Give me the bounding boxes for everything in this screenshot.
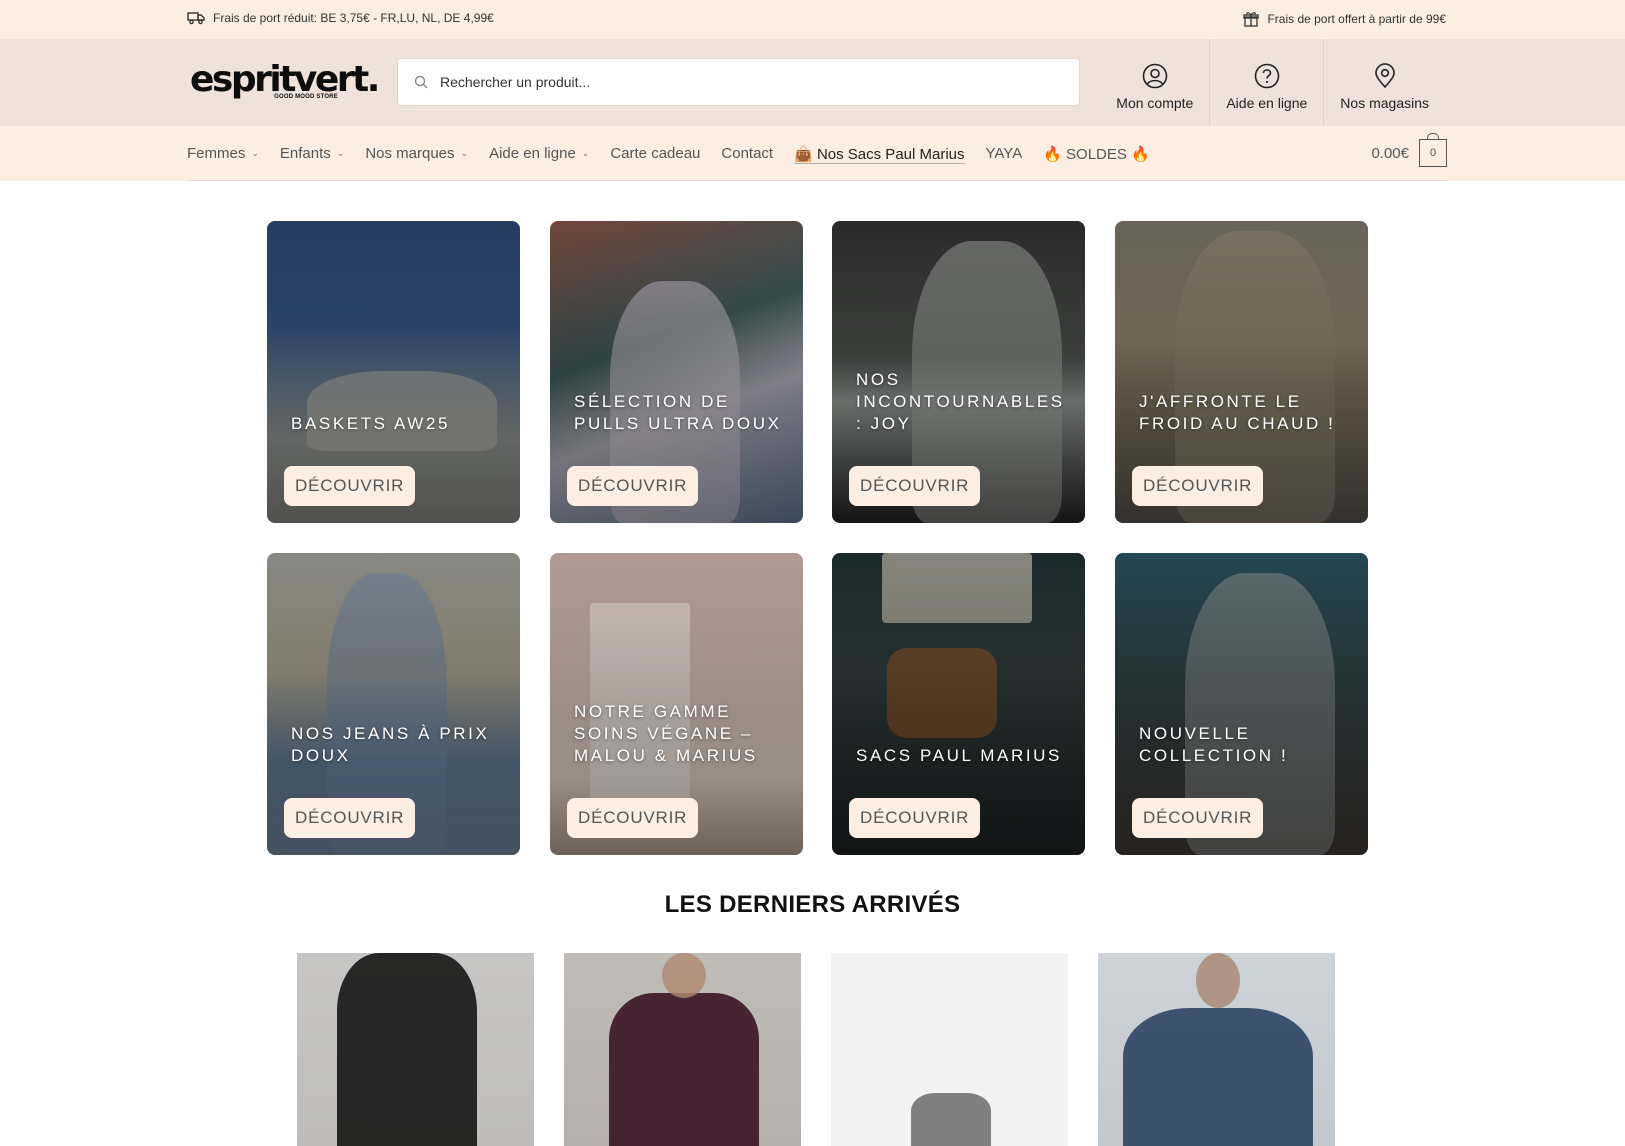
cart-amount: 0.00€ (1371, 144, 1409, 162)
product-image (337, 953, 477, 1146)
nav-item-yaya[interactable]: YAYA (986, 145, 1023, 162)
nav-item-label: Contact (721, 145, 774, 162)
nav-item-femmes[interactable]: Femmes ⌄ (187, 145, 259, 162)
chevron-down-icon: ⌄ (251, 148, 259, 158)
discover-button[interactable]: DÉCOUVRIR (567, 798, 699, 838)
nav-item-label: Femmes (187, 145, 246, 162)
chevron-down-icon: ⌄ (581, 148, 590, 158)
site-logo[interactable]: espritvert. GOOD MOOD STORE (190, 59, 380, 104)
our-stores-link[interactable]: Nos magasins (1323, 39, 1445, 126)
category-tile-sacs[interactable]: SACS PAUL MARIUS DÉCOUVRIR (832, 553, 1085, 855)
nav-item-label: Enfants (279, 145, 331, 162)
tile-title: NOTRE GAMME SOINS VÉGANE – MALOU & MARIU… (574, 702, 758, 765)
category-tile-joy[interactable]: NOS INCONTOURNABLES : JOY DÉCOUVRIR (832, 221, 1085, 523)
shipping-reduced-message: Frais de port réduit: BE 3,75€ - FR,LU, … (187, 11, 494, 25)
nav-item-nos-marques[interactable]: Nos marques ⌄ (365, 145, 468, 162)
category-tiles: BASKETS AW25 DÉCOUVRIR SÉLECTION DE PULL… (267, 221, 1368, 855)
chevron-down-icon: ⌄ (336, 148, 345, 158)
discover-button[interactable]: DÉCOUVRIR (567, 466, 699, 506)
product-image (1123, 1008, 1313, 1146)
my-account-link[interactable]: Mon compte (1100, 39, 1209, 126)
nav-item-carte-cadeau[interactable]: Carte cadeau (610, 145, 700, 162)
category-tile-froid[interactable]: J'AFFRONTE LE FROID AU CHAUD ! DÉCOUVRIR (1115, 221, 1368, 523)
nav-item-label: 👜 Nos Sacs Paul Marius (794, 145, 965, 163)
category-tile-nouvelle-collection[interactable]: NOUVELLE COLLECTION ! DÉCOUVRIR (1115, 553, 1368, 855)
nav-item-label: 🔥 SOLDES 🔥 (1043, 145, 1150, 163)
logo-wordmark: espritvert. (190, 59, 380, 100)
product-card[interactable] (1098, 953, 1335, 1146)
search-icon (414, 75, 428, 89)
product-image (609, 993, 759, 1146)
product-card[interactable] (297, 953, 534, 1146)
site-header: espritvert. GOOD MOOD STORE Mon compte A… (0, 39, 1625, 126)
cart-bag-icon: 0 (1419, 133, 1447, 167)
nav-item-contact[interactable]: Contact (721, 145, 773, 162)
user-icon (1142, 63, 1168, 88)
shipping-free-text: Frais de port offert à partir de 99€ (1267, 12, 1446, 26)
tile-title: NOUVELLE COLLECTION ! (1139, 724, 1289, 765)
product-head-image (662, 953, 706, 998)
nav-menu: Femmes ⌄ Enfants ⌄ Nos marques ⌄ Aide en li… (187, 126, 1171, 181)
discover-button[interactable]: DÉCOUVRIR (1132, 466, 1264, 506)
nav-item-label: Aide en ligne (489, 145, 576, 162)
latest-arrivals-heading: LES DERNIERS ARRIVÉS (664, 891, 961, 918)
header-links: Mon compte Aide en ligne Nos magasins (1100, 39, 1445, 126)
main-navigation: Femmes ⌄ Enfants ⌄ Nos marques ⌄ Aide en li… (0, 126, 1625, 181)
my-account-label: Mon compte (1116, 94, 1194, 111)
category-tile-baskets[interactable]: BASKETS AW25 DÉCOUVRIR (267, 221, 520, 523)
top-info-bar: Frais de port réduit: BE 3,75€ - FR,LU, … (0, 0, 1625, 39)
our-stores-label: Nos magasins (1340, 94, 1429, 111)
cart-count: 0 (1429, 147, 1437, 159)
discover-button[interactable]: DÉCOUVRIR (1132, 798, 1264, 838)
online-help-label: Aide en ligne (1226, 94, 1308, 111)
search-input[interactable] (440, 74, 1040, 90)
discover-button[interactable]: DÉCOUVRIR (284, 798, 416, 838)
product-card[interactable] (564, 953, 801, 1146)
tile-title: NOS INCONTOURNABLES : JOY (856, 370, 1065, 433)
location-pin-icon (1374, 62, 1395, 88)
tile-title: NOS JEANS À PRIX DOUX (291, 724, 490, 765)
truck-icon (187, 12, 205, 25)
category-tile-pulls[interactable]: SÉLECTION DE PULLS ULTRA DOUX DÉCOUVRIR (550, 221, 803, 523)
nav-item-aide-en-ligne[interactable]: Aide en ligne ⌄ (489, 145, 589, 162)
chevron-down-icon: ⌄ (460, 148, 469, 158)
nav-item-label: Carte cadeau (610, 145, 701, 162)
shipping-free-message: Frais de port offert à partir de 99€ (1243, 11, 1446, 27)
nav-item-sacs-paul-marius[interactable]: 👜 Nos Sacs Paul Marius (794, 145, 964, 163)
tile-title: BASKETS AW25 (291, 414, 451, 433)
tile-title: J'AFFRONTE LE FROID AU CHAUD ! (1139, 392, 1336, 433)
logo-tagline: GOOD MOOD STORE (274, 94, 338, 100)
nav-item-label: Nos marques (365, 145, 455, 162)
nav-item-enfants[interactable]: Enfants ⌄ (280, 145, 344, 162)
product-card[interactable] (831, 953, 1068, 1146)
discover-button[interactable]: DÉCOUVRIR (849, 466, 981, 506)
tile-title: SÉLECTION DE PULLS ULTRA DOUX (574, 392, 782, 433)
online-help-link[interactable]: Aide en ligne (1209, 39, 1323, 126)
tile-title: SACS PAUL MARIUS (856, 746, 1062, 765)
cart-link[interactable]: 0.00€ 0 (1371, 133, 1447, 167)
product-image (911, 1093, 991, 1146)
search-bar[interactable] (397, 58, 1080, 106)
gift-icon (1243, 12, 1260, 27)
nav-item-soldes[interactable]: 🔥 SOLDES 🔥 (1043, 145, 1150, 163)
latest-products (297, 953, 1336, 1146)
nav-item-label: YAYA (985, 145, 1023, 162)
category-tile-jeans[interactable]: NOS JEANS À PRIX DOUX DÉCOUVRIR (267, 553, 520, 855)
discover-button[interactable]: DÉCOUVRIR (849, 798, 981, 838)
discover-button[interactable]: DÉCOUVRIR (284, 466, 416, 506)
product-head-image (1196, 953, 1240, 1008)
category-tile-soins[interactable]: NOTRE GAMME SOINS VÉGANE – MALOU & MARIU… (550, 553, 803, 855)
help-icon (1254, 63, 1280, 88)
nav-divider (187, 180, 1447, 181)
shipping-reduced-text: Frais de port réduit: BE 3,75€ - FR,LU, … (213, 11, 494, 25)
